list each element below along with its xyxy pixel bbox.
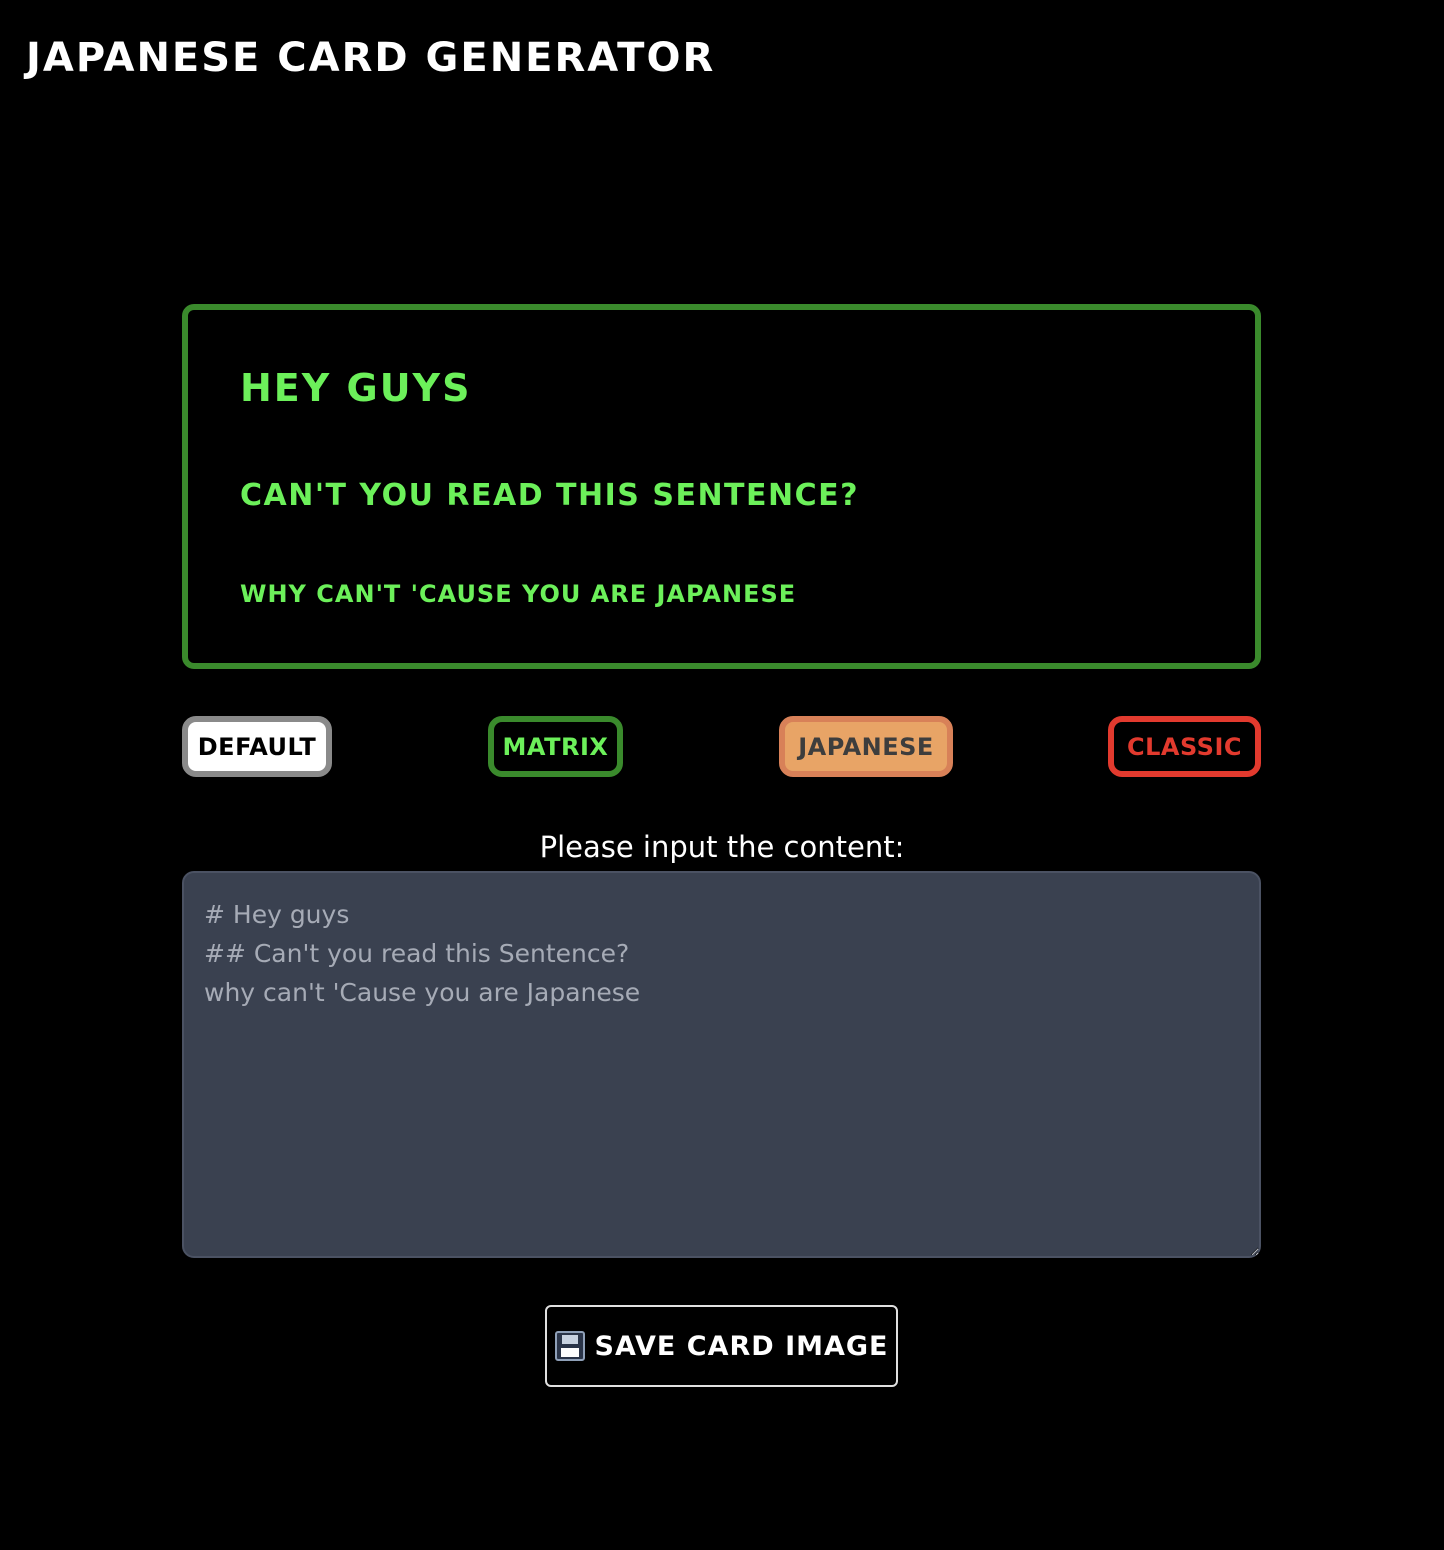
card-paragraph: why can't 'Cause you are Japanese [240, 580, 797, 608]
save-card-image-button[interactable]: Save Card Image [545, 1305, 898, 1387]
card-preview: Hey guys Can't you read this Sentence? w… [182, 304, 1261, 669]
card-heading-1: Hey guys [240, 366, 472, 410]
app-title: Japanese Card Generator [26, 35, 716, 81]
theme-classic-button[interactable]: Classic [1108, 716, 1261, 777]
floppy-disk-icon [554, 1331, 585, 1361]
save-card-image-label: Save Card Image [594, 1330, 889, 1362]
theme-default-button[interactable]: Default [182, 716, 332, 777]
theme-japanese-button[interactable]: Japanese [779, 716, 953, 777]
content-textarea[interactable]: # Hey guys ## Can't you read this Senten… [182, 871, 1261, 1258]
theme-matrix-button[interactable]: Matrix [488, 716, 623, 777]
content-input-label: Please input the content: [539, 830, 905, 864]
card-heading-2: Can't you read this Sentence? [240, 478, 860, 513]
